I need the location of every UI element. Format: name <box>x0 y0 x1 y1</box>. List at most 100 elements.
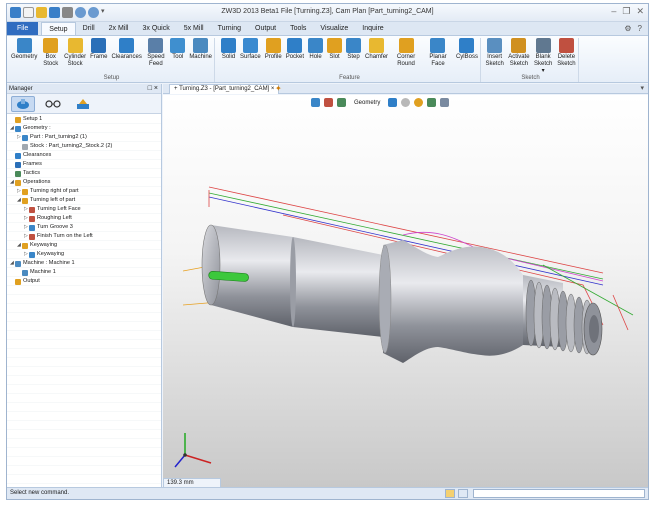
tree-node-icon <box>22 269 28 276</box>
chamfer-icon <box>369 38 385 53</box>
style-icon[interactable]: ⚙ <box>624 24 631 33</box>
tree-node-icon <box>29 215 35 222</box>
tree-node-icon <box>29 224 35 231</box>
tree-item[interactable]: ▷ Part : Part_turning2 (1) <box>7 133 161 142</box>
tree-item[interactable]: ▷ Roughing Left <box>7 214 161 223</box>
box-stock-button[interactable]: Box Stock <box>39 38 62 68</box>
cylboss-button[interactable]: CylBoss <box>454 38 480 61</box>
step-button[interactable]: Step <box>344 38 363 61</box>
minimize-icon[interactable]: – <box>611 6 616 17</box>
3d-viewport[interactable]: Geometry 139.3 mm <box>163 95 648 488</box>
delete-sketch-button[interactable]: Delete Sketch <box>555 38 578 68</box>
surface-button[interactable]: Surface <box>238 38 263 61</box>
tab-3x-quick[interactable]: 3x Quick <box>135 22 176 35</box>
glasses-icon <box>45 99 61 108</box>
cylinder-stock-button[interactable]: Cylinder Stock <box>62 38 88 68</box>
clearances-button[interactable]: Clearances <box>109 38 143 61</box>
manager-controls[interactable]: □ × <box>148 84 158 94</box>
tree-item-label: Frames <box>23 161 42 167</box>
tab-visualize[interactable]: Visualize <box>313 22 355 35</box>
title-bar: ▾ ZW3D 2013 Beta1 File [Turning.Z3], Cam… <box>7 4 648 22</box>
corner-round-button[interactable]: Corner Round <box>390 38 422 68</box>
geometry-button[interactable]: Geometry <box>9 38 39 61</box>
tab-turning[interactable]: Turning <box>211 22 248 35</box>
document-close-icon[interactable]: × <box>271 86 275 92</box>
ribbon-button-label: Corner Round <box>396 54 416 67</box>
tree-item[interactable]: ▷ Turn Groove 3 <box>7 223 161 232</box>
tree-item[interactable]: ◢ Turning left of part <box>7 196 161 205</box>
tree-item[interactable]: Clearances <box>7 151 161 160</box>
planar-face-button[interactable]: Planar Face <box>422 38 454 68</box>
status-grid-icon[interactable] <box>445 489 455 498</box>
tree-node-icon <box>22 188 28 195</box>
manager-tab-view[interactable] <box>41 96 65 112</box>
close-icon[interactable]: ✕ <box>636 6 644 17</box>
ribbon-button-label: Insert Sketch <box>485 54 504 67</box>
document-tab[interactable]: + Turning.Z3 - [Part_turning2_CAM] × <box>169 84 280 94</box>
tree-item[interactable]: Stock : Part_turning2_Stock.2 (2) <box>7 142 161 151</box>
tree-item[interactable]: ▷ Keywaying <box>7 250 161 259</box>
document-menu-icon[interactable]: ▾ <box>640 84 644 93</box>
cylinder-stock-icon <box>67 38 83 53</box>
tree-item[interactable]: Tactics <box>7 169 161 178</box>
box-stock-icon <box>43 38 59 53</box>
setup-buttons: Geometry Box Stock Cylinder Stock Frame Clea… <box>9 38 214 68</box>
tab-tools[interactable]: Tools <box>283 22 313 35</box>
frame-button[interactable]: Frame <box>88 38 109 61</box>
tab-5x-mill[interactable]: 5x Mill <box>177 22 211 35</box>
tool-button[interactable]: Tool <box>168 38 187 61</box>
manager-tab-tree[interactable] <box>11 95 35 112</box>
tab-drill[interactable]: Drill <box>76 22 102 35</box>
tab-inquire[interactable]: Inquire <box>355 22 390 35</box>
ribbon-button-label: Activate Sketch <box>508 54 530 67</box>
tree-item[interactable]: ▷ Turning Left Face <box>7 205 161 214</box>
tree-item[interactable]: Setup 1 <box>7 115 161 124</box>
help-icon[interactable]: ? <box>638 24 642 33</box>
tree-item[interactable]: ◢ Keywaying <box>7 241 161 250</box>
tree-node-icon <box>15 116 21 123</box>
insert-sketch-button[interactable]: Insert Sketch <box>483 38 506 68</box>
tab-output[interactable]: Output <box>248 22 283 35</box>
activate-sketch-button[interactable]: Activate Sketch <box>506 38 531 68</box>
machine-button[interactable]: Machine <box>187 38 214 61</box>
tree-item[interactable]: Machine 1 <box>7 268 161 277</box>
sketch-group: Insert Sketch Activate Sketch Blank Sketch… <box>483 38 579 82</box>
delete-sketch-icon <box>558 38 574 53</box>
tab-2x-mill[interactable]: 2x Mill <box>102 22 136 35</box>
tree-node-icon <box>29 206 35 213</box>
tree-node-icon <box>22 143 28 150</box>
pocket-button[interactable]: Pocket <box>284 38 306 61</box>
tree-item[interactable]: ◢ Operations <box>7 178 161 187</box>
manager-tab-tools[interactable] <box>71 96 95 112</box>
slot-icon <box>327 38 343 53</box>
solid-button[interactable]: Solid <box>219 38 238 61</box>
tree-item[interactable]: Output <box>7 277 161 286</box>
status-bar: Select new command. <box>7 487 648 499</box>
new-tab-icon[interactable]: ✦ <box>275 84 282 93</box>
manager-panel: Manager □ × Setup 1 ◢ Geometry : ▷ Part : Pa… <box>7 84 162 488</box>
restore-icon[interactable]: ❐ <box>622 6 630 17</box>
hole-button[interactable]: Hole <box>306 38 325 61</box>
ribbon-button-label: Profile <box>264 54 282 60</box>
chamfer-button[interactable]: Chamfer <box>363 38 390 61</box>
sketch-group-label: Sketch <box>521 75 540 81</box>
tree-item[interactable]: ▷ Finish Turn on the Left <box>7 232 161 241</box>
profile-button[interactable]: Profile <box>263 38 284 61</box>
tab-file[interactable]: File <box>7 22 39 35</box>
speed-feed-button[interactable]: Speed Feed <box>143 38 168 68</box>
tab-setup[interactable]: Setup <box>41 22 76 35</box>
ribbon-button-label: CylBoss <box>455 54 478 60</box>
status-layout-icon[interactable] <box>458 489 468 498</box>
tree-item-label: Finish Turn on the Left <box>37 233 93 239</box>
tree-item[interactable]: ▷ Turning right of part <box>7 187 161 196</box>
tree-item[interactable]: ◢ Machine : Machine 1 <box>7 259 161 268</box>
manager-tabs <box>7 94 161 114</box>
tree-item[interactable]: ◢ Geometry : <box>7 124 161 133</box>
command-input[interactable] <box>473 489 645 498</box>
tree-item-label: Turning left of part <box>30 197 76 203</box>
frame-icon <box>91 38 107 53</box>
tree-item[interactable]: Frames <box>7 160 161 169</box>
slot-button[interactable]: Slot <box>325 38 344 61</box>
blank-sketch-button[interactable]: Blank Sketch ▾ <box>532 38 555 75</box>
tree-item-label: Machine 1 <box>30 269 56 275</box>
